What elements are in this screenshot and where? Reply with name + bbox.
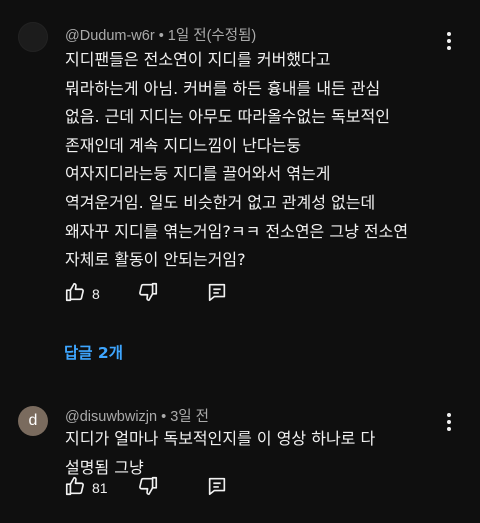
like-button[interactable]: 8 <box>64 282 100 306</box>
comment-line: 왜자꾸 지디를 엮는거임?ㅋㅋ 전소연은 그냥 전소연 <box>65 221 409 241</box>
like-button[interactable]: 81 <box>64 476 108 500</box>
reply-comment-icon <box>206 475 228 501</box>
reply-button[interactable] <box>206 282 228 306</box>
comment-line: 뭐라하는게 아님. 커버를 하든 흉내를 내든 관심 <box>65 78 381 98</box>
comments-panel: @Dudum-w6r • 1일 전(수정됨) 지디팬들은 전소연이 지디를 커버… <box>0 0 480 523</box>
like-count: 81 <box>92 480 108 496</box>
comment-line: 지디가 얼마나 독보적인지를 이 영상 하나로 다 <box>65 429 376 448</box>
comment-meta: @Dudum-w6r • 1일 전(수정됨) <box>65 24 256 45</box>
like-count: 8 <box>92 286 100 302</box>
comment-line: 존재인데 계속 지디느낌이 난다는둥 <box>65 135 302 155</box>
thumb-down-icon <box>137 475 159 501</box>
view-replies-link[interactable]: 답글 2개 <box>64 341 123 363</box>
avatar[interactable] <box>18 22 48 52</box>
comment-text: 지디가 얼마나 독보적인지를 이 영상 하나로 다 설명됨 그냥 <box>65 425 450 482</box>
meta-separator: • <box>161 409 167 425</box>
comment-line: 자체로 활동이 안되는거임? <box>65 250 246 270</box>
author-handle[interactable]: @Dudum-w6r <box>65 28 155 44</box>
comment-line: 지디팬들은 전소연이 지디를 커버했다고 <box>65 50 331 69</box>
comment-line: 설명됨 그냥 <box>65 457 144 477</box>
comment-time: 3일 전 <box>170 409 210 425</box>
comment-text: 지디팬들은 전소연이 지디를 커버했다고 뭐라하는게 아님. 커버를 하든 흉내… <box>65 46 450 275</box>
meta-separator: • <box>158 28 164 44</box>
dislike-button[interactable] <box>137 476 159 500</box>
thumb-down-icon <box>137 281 159 307</box>
comment-meta: @disuwbwizjn • 3일 전 <box>65 405 209 426</box>
avatar[interactable]: d <box>18 406 48 436</box>
thumb-up-icon <box>64 475 86 501</box>
comment-line: 여자지디라는둥 지디를 끌어와서 엮는게 <box>65 164 331 184</box>
thumb-up-icon <box>64 281 86 307</box>
reply-comment-icon <box>206 281 228 307</box>
dislike-button[interactable] <box>137 282 159 306</box>
author-handle[interactable]: @disuwbwizjn <box>65 409 157 425</box>
comment-time: 1일 전(수정됨) <box>167 28 257 44</box>
comment-line: 없음. 근데 지디는 아무도 따라올수없는 독보적인 <box>65 107 390 127</box>
comment-line: 역겨운거임. 일도 비슷한거 없고 관계성 없는데 <box>65 192 376 212</box>
reply-button[interactable] <box>206 476 228 500</box>
